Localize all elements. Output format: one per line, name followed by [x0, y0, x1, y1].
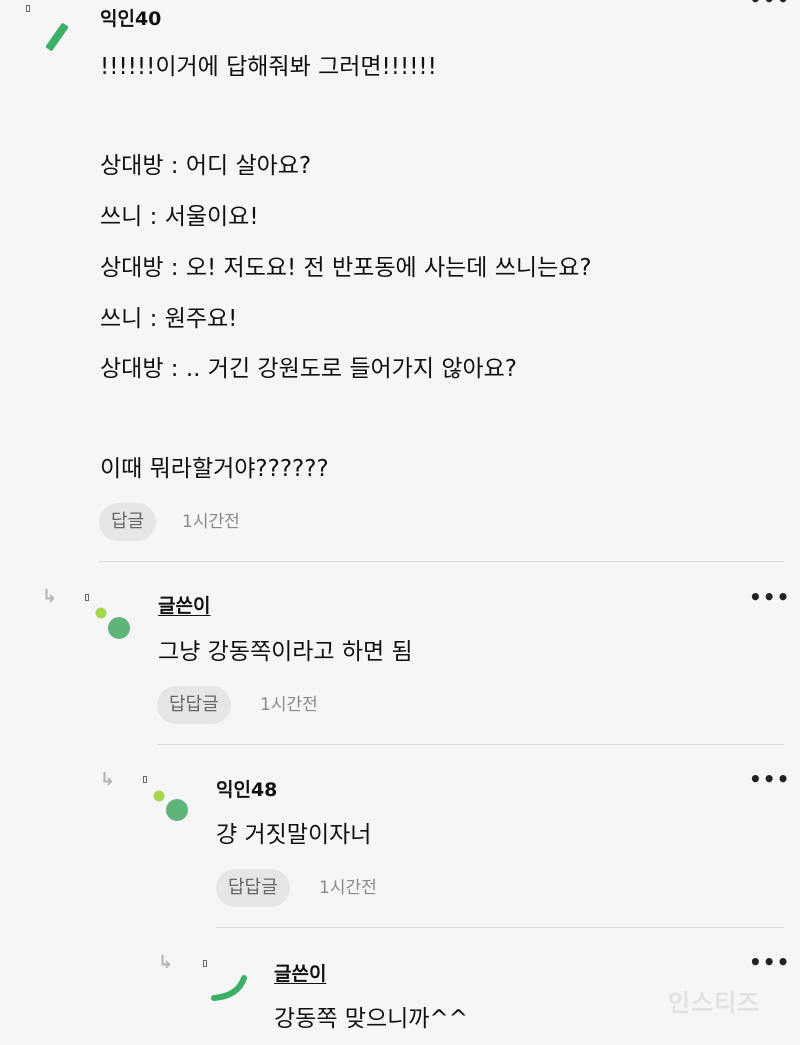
- avatar: [45, 23, 69, 51]
- badge-icon: [85, 594, 89, 601]
- comment-line: 상대방 : 오! 저도요! 전 반포동에 사는데 쓰니는요?: [100, 255, 592, 281]
- more-options-button[interactable]: •••: [749, 0, 790, 9]
- reply-arrow-icon: ↳: [100, 769, 116, 790]
- reply-arrow-icon: ↳: [158, 952, 174, 973]
- avatar: [153, 790, 188, 821]
- comment-line: !!!!!!이거에 답해줘봐 그러면!!!!!!: [100, 54, 437, 80]
- reply-button[interactable]: 답답글: [157, 686, 231, 724]
- avatar: [211, 975, 247, 1001]
- comment-line: 상대방 : 어디 살아요?: [100, 153, 312, 179]
- author-name[interactable]: 글쓴이: [274, 959, 326, 986]
- comment-line: 이때 뭐라할거야??????: [100, 456, 329, 482]
- comment-body: 강동쪽 맞으니까^^: [274, 1006, 468, 1032]
- badge-icon: [143, 776, 147, 783]
- timestamp: 1시간전: [319, 878, 377, 898]
- reply-arrow-icon: ↳: [42, 586, 58, 607]
- author-name[interactable]: 글쓴이: [158, 591, 210, 618]
- more-options-button[interactable]: •••: [749, 952, 790, 972]
- badge-icon: [26, 5, 30, 12]
- reply-button[interactable]: 답글: [99, 503, 157, 541]
- comment-body: 걍 거짓말이자너: [216, 822, 372, 848]
- comment-body: 그냥 강동쪽이라고 하면 됨: [158, 639, 413, 665]
- avatar: [95, 607, 130, 639]
- author-name[interactable]: 익인40: [100, 4, 161, 31]
- more-options-button[interactable]: •••: [749, 769, 790, 789]
- comment-line: 쓰니 : 서울이요!: [100, 204, 259, 230]
- more-options-button[interactable]: •••: [749, 587, 790, 607]
- reply-button[interactable]: 답답글: [216, 869, 290, 907]
- author-name[interactable]: 익인48: [216, 775, 277, 802]
- badge-icon: [203, 960, 207, 967]
- divider: [157, 744, 784, 745]
- watermark-logo: 인스티즈: [668, 989, 761, 1017]
- comment-line: 상대방 : .. 거긴 강원도로 들어가지 않아요?: [100, 356, 518, 382]
- timestamp: 1시간전: [260, 695, 318, 715]
- timestamp: 1시간전: [182, 512, 240, 532]
- divider: [99, 561, 784, 562]
- divider: [216, 927, 784, 928]
- comment-line: 쓰니 : 원주요!: [100, 306, 238, 332]
